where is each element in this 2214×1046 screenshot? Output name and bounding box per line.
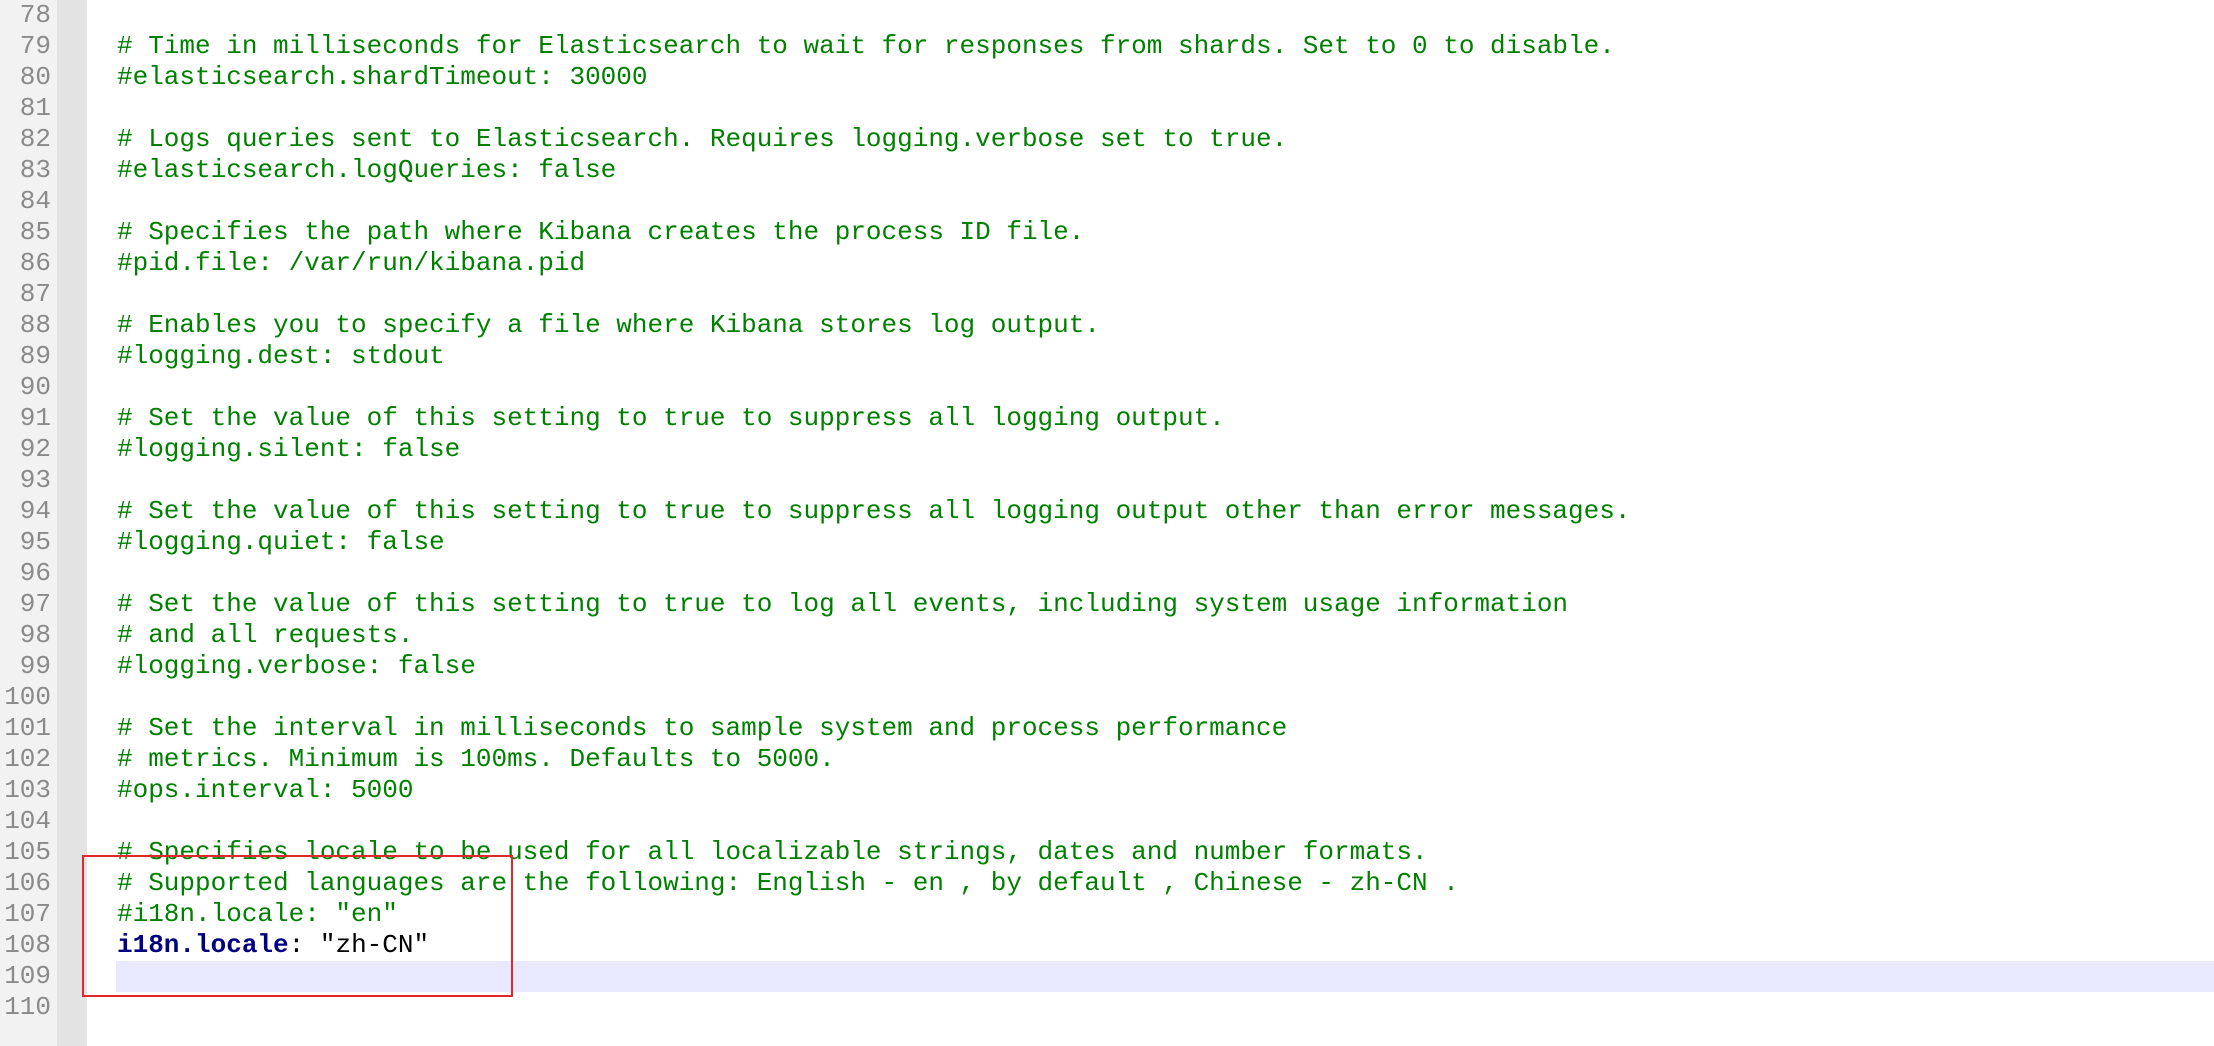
line-number: 86 <box>19 248 51 278</box>
comment-line[interactable]: # Set the value of this setting to true … <box>117 496 1630 527</box>
locale-setting-line[interactable]: i18n.locale: "zh-CN" <box>117 930 429 961</box>
comment-line[interactable]: #logging.dest: stdout <box>117 341 445 372</box>
line-number: 97 <box>19 589 51 619</box>
line-number: 78 <box>19 0 51 30</box>
setting-value: "zh-CN" <box>319 930 430 960</box>
line-number: 94 <box>19 496 51 526</box>
comment-line[interactable]: # Set the value of this setting to true … <box>117 403 1225 434</box>
setting-key: i18n.locale <box>117 930 289 960</box>
comment-line[interactable]: # metrics. Minimum is 100ms. Defaults to… <box>117 744 835 775</box>
code-lines: 78 79 # Time in milliseconds for Elastics… <box>0 0 2214 1023</box>
line-number: 107 <box>4 899 51 929</box>
line-number: 110 <box>4 992 51 1022</box>
line-number: 89 <box>19 341 51 371</box>
line-number: 101 <box>4 713 51 743</box>
current-line[interactable]: 109 <box>0 961 2214 992</box>
comment-line[interactable]: #elasticsearch.logQueries: false <box>117 155 616 186</box>
comment-line[interactable]: #logging.silent: false <box>117 434 460 465</box>
line-number: 85 <box>19 217 51 247</box>
comment-line[interactable]: # Specifies the path where Kibana create… <box>117 217 1084 248</box>
line-number: 105 <box>4 837 51 867</box>
line-number: 87 <box>19 279 51 309</box>
comment-line[interactable]: # Time in milliseconds for Elasticsearch… <box>117 31 1615 62</box>
line-number: 99 <box>19 651 51 681</box>
line-number: 109 <box>4 961 51 991</box>
line-number: 106 <box>4 868 51 898</box>
line-number: 83 <box>19 155 51 185</box>
line-number: 103 <box>4 775 51 805</box>
comment-line[interactable]: # Set the value of this setting to true … <box>117 589 1568 620</box>
comment-line[interactable]: # and all requests. <box>117 620 413 651</box>
comment-line[interactable]: #i18n.locale: "en" <box>117 899 398 930</box>
line-number: 95 <box>19 527 51 557</box>
line-number: 82 <box>19 124 51 154</box>
line-number: 81 <box>19 93 51 123</box>
comment-line[interactable]: #ops.interval: 5000 <box>117 775 413 806</box>
comment-line[interactable]: #elasticsearch.shardTimeout: 30000 <box>117 62 648 93</box>
comment-line[interactable]: # Supported languages are the following:… <box>117 868 1459 899</box>
line-number: 80 <box>19 62 51 92</box>
line-number: 79 <box>19 31 51 61</box>
line-number: 104 <box>4 806 51 836</box>
line-number: 92 <box>19 434 51 464</box>
line-number: 88 <box>19 310 51 340</box>
comment-line[interactable]: # Logs queries sent to Elasticsearch. Re… <box>117 124 1287 155</box>
comment-line[interactable]: # Enables you to specify a file where Ki… <box>117 310 1100 341</box>
comment-line[interactable]: # Specifies locale to be used for all lo… <box>117 837 1428 868</box>
code-editor[interactable]: 78 79 # Time in milliseconds for Elastics… <box>0 0 2214 1046</box>
setting-separator: : <box>288 930 320 960</box>
line-number: 98 <box>19 620 51 650</box>
comment-line[interactable]: #logging.verbose: false <box>117 651 476 682</box>
line-number: 100 <box>4 682 51 712</box>
line-number: 91 <box>19 403 51 433</box>
comment-line[interactable]: #pid.file: /var/run/kibana.pid <box>117 248 585 279</box>
line-number: 84 <box>19 186 51 216</box>
line-number: 102 <box>4 744 51 774</box>
comment-line[interactable]: #logging.quiet: false <box>117 527 445 558</box>
line-number: 96 <box>19 558 51 588</box>
line-number: 90 <box>19 372 51 402</box>
line-number: 93 <box>19 465 51 495</box>
line-number: 108 <box>4 930 51 960</box>
comment-line[interactable]: # Set the interval in milliseconds to sa… <box>117 713 1287 744</box>
